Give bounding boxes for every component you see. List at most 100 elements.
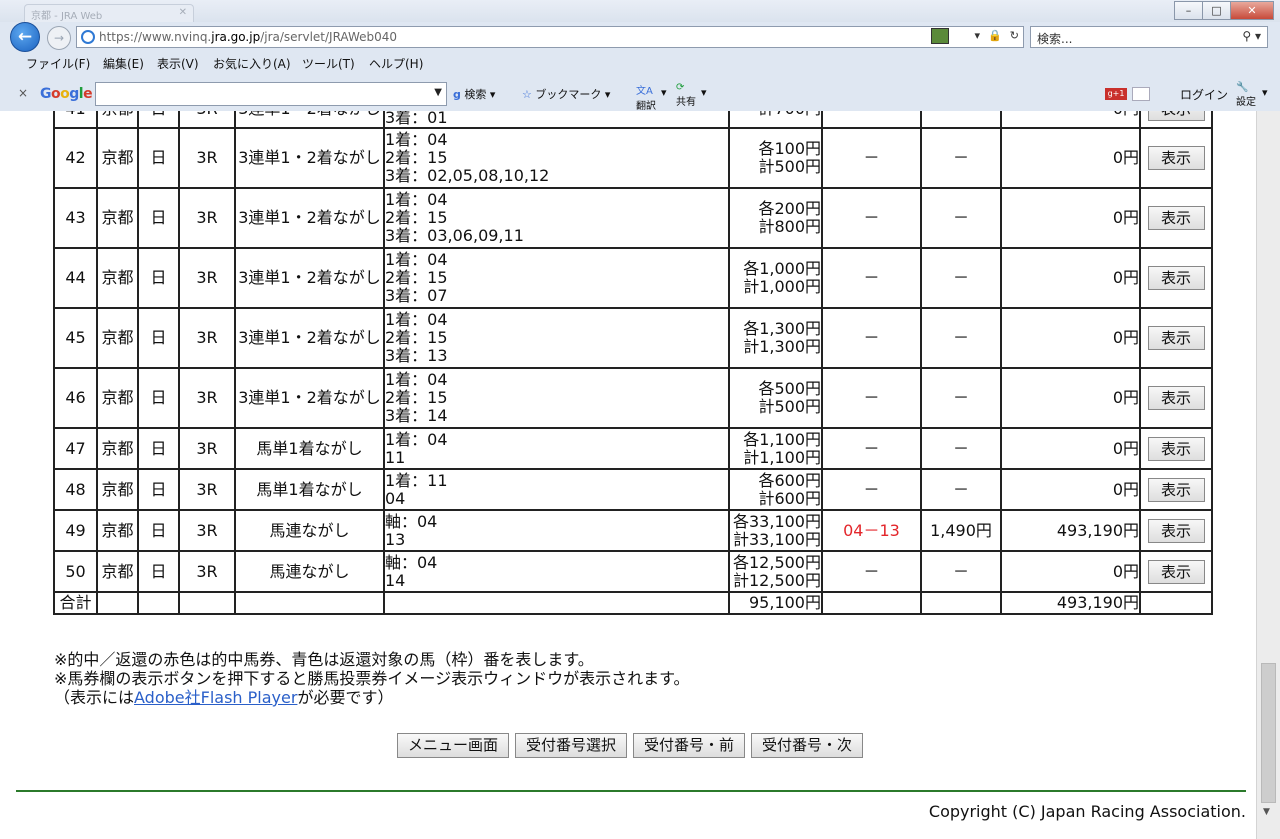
share-dropdown-icon[interactable]: ▾ — [701, 86, 707, 99]
payout: 0円 — [1000, 367, 1141, 429]
site-preview-icon[interactable] — [931, 28, 949, 44]
menu-view[interactable]: 表示(V) — [157, 55, 199, 72]
venue: 京都 — [96, 509, 139, 552]
show-ticket-button[interactable]: 表示 — [1147, 326, 1205, 350]
flash-player-link[interactable]: Adobe社Flash Player — [134, 688, 297, 707]
pick-line: 1着：04 — [385, 250, 448, 269]
bet-amount: 各12,500円 計12,500円 — [728, 550, 823, 593]
wrench-icon: 🔧 — [1236, 82, 1249, 93]
scrollbar-thumb[interactable] — [1261, 663, 1276, 803]
total-payout: 493,190円 — [1000, 591, 1141, 615]
show-cell: 表示 — [1139, 427, 1213, 470]
pick-line: 3着：03,06,09,11 — [385, 226, 524, 245]
note-display-button: ※馬券欄の表示ボタンを押下すると勝馬投票券イメージ表示ウィンドウが表示されます。 — [54, 669, 690, 688]
show-ticket-button[interactable]: 表示 — [1147, 559, 1205, 584]
settings-dropdown-icon[interactable]: ▾ — [1262, 86, 1268, 99]
vertical-scrollbar[interactable]: ▼ — [1256, 111, 1280, 839]
venue: 京都 — [96, 127, 139, 189]
lock-icon[interactable]: 🔒 — [988, 29, 1002, 42]
settings-button[interactable]: 🔧 設定 — [1236, 82, 1256, 108]
payout: 0円 — [1000, 187, 1141, 249]
table-row: 44 京都日 3R 3連単1・2着ながし 1着：04 2着：15 3着：07 各1,000円計… — [53, 247, 1213, 309]
horse-picks: 1着：04 2着：15 3着：14 — [383, 367, 730, 429]
total-label: 合計 — [53, 591, 98, 615]
bookmark-button[interactable]: ☆ ブックマーク ▾ — [522, 86, 610, 102]
url-text[interactable]: https://www.nvinq.jra.go.jp/jra/servlet/… — [99, 30, 397, 44]
browser-search-input[interactable]: 検索... ⚲ ▾ — [1030, 26, 1268, 48]
pick-line: 2着：15 — [385, 148, 448, 167]
show-ticket-button[interactable]: 表示 — [1147, 477, 1205, 502]
horse-picks: 2着：153着：01 — [383, 111, 730, 129]
show-ticket-button[interactable]: 表示 — [1147, 386, 1205, 410]
close-window-button[interactable]: ✕ — [1230, 1, 1274, 20]
menu-favorites[interactable]: お気に入り(A) — [213, 55, 291, 72]
amount-line: 各100円 — [758, 139, 821, 158]
payout: 0円 — [1000, 427, 1141, 470]
search-icon[interactable]: ⚲ ▾ — [1242, 29, 1261, 43]
receipt-next-button[interactable]: 受付番号・次 — [751, 733, 864, 758]
payout: 0円 — [1000, 307, 1141, 369]
browser-tab[interactable]: 京都 - JRA Web ✕ — [24, 4, 194, 22]
show-ticket-button[interactable]: 表示 — [1147, 111, 1205, 121]
odds: － — [920, 187, 1002, 249]
bet-type: 3連単1・2着ながし — [234, 367, 385, 429]
pick-line: 1着：04 — [385, 190, 448, 209]
translate-button[interactable]: 文A 翻訳 — [636, 82, 656, 112]
pick-line: 3着：07 — [385, 286, 448, 305]
show-ticket-button[interactable]: 表示 — [1147, 146, 1205, 170]
show-ticket-button[interactable]: 表示 — [1147, 436, 1205, 461]
amount-line: 計1,100円 — [743, 447, 821, 467]
address-bar[interactable]: https://www.nvinq.jra.go.jp/jra/servlet/… — [76, 26, 1024, 48]
pick-line: 2着：15 — [385, 328, 448, 347]
star-icon: ☆ — [522, 88, 532, 101]
payout: 0円 — [1000, 127, 1141, 189]
row-number: 43 — [53, 187, 98, 249]
google-toolbar: × Google ▼ g 検索 ▾ ☆ ブックマーク ▾ 文A 翻訳 ▾ ⟳ 共有 … — [0, 78, 1280, 112]
maximize-button[interactable]: □ — [1202, 1, 1230, 20]
amount-line: 計600円 — [758, 488, 821, 508]
minimize-button[interactable]: – — [1174, 1, 1202, 20]
show-ticket-button[interactable]: 表示 — [1147, 518, 1205, 543]
menu-file[interactable]: ファイル(F) — [26, 55, 90, 72]
toolbar-close-icon[interactable]: × — [18, 86, 28, 100]
horse-picks: 1着：04 2着：15 3着：13 — [383, 307, 730, 369]
horse-picks: 1着：04 2着：15 3着：07 — [383, 247, 730, 309]
forward-button[interactable]: → — [47, 26, 71, 50]
odds: － — [920, 307, 1002, 369]
tab-close-icon[interactable]: ✕ — [179, 7, 187, 18]
google-search-button[interactable]: g 検索 ▾ — [453, 86, 495, 102]
amount-line: 計1,000円 — [743, 277, 821, 296]
bet-type: 馬単1着ながし — [234, 468, 385, 511]
bet-results-table: 41京都日3R3連単1・2着ながし2着：153着：01計700円0円表示42京都… — [53, 111, 1213, 615]
venue: 京都 — [96, 550, 139, 593]
menu-help[interactable]: ヘルプ(H) — [369, 55, 423, 72]
odds: － — [920, 550, 1002, 593]
day: 日 — [137, 427, 180, 470]
refresh-icon[interactable]: ↻ — [1010, 29, 1019, 42]
dropdown-arrow-icon[interactable]: ▼ — [434, 87, 442, 98]
receipt-prev-button[interactable]: 受付番号・前 — [633, 733, 746, 758]
scroll-down-icon[interactable]: ▼ — [1263, 807, 1270, 817]
venue: 京都 — [96, 468, 139, 511]
receipt-select-button[interactable]: 受付番号選択 — [515, 733, 628, 758]
login-link[interactable]: ログイン — [1180, 86, 1228, 103]
menu-edit[interactable]: 編集(E) — [103, 55, 144, 72]
google-search-input[interactable]: ▼ — [95, 82, 447, 106]
menu-screen-button[interactable]: メニュー画面 — [397, 733, 510, 758]
share-button[interactable]: ⟳ 共有 — [676, 82, 696, 108]
navigation-bar: ← → https://www.nvinq.jra.go.jp/jra/serv… — [0, 22, 1280, 52]
row-number: 47 — [53, 427, 98, 470]
show-ticket-button[interactable]: 表示 — [1147, 206, 1205, 230]
race-number: 3R — [178, 509, 236, 552]
show-cell: 表示 — [1139, 307, 1213, 369]
gplus-button[interactable]: g+1 — [1105, 88, 1127, 100]
translate-dropdown-icon[interactable]: ▾ — [661, 86, 667, 99]
bet-type: 馬連ながし — [234, 550, 385, 593]
dropdown-arrow-icon[interactable]: ▾ — [975, 29, 981, 42]
amount-line: 各500円 — [758, 379, 821, 398]
show-ticket-button[interactable]: 表示 — [1147, 266, 1205, 290]
page-content: 41京都日3R3連単1・2着ながし2着：153着：01計700円0円表示42京都… — [0, 111, 1256, 839]
hit-refund: 04－13 — [821, 509, 922, 552]
back-button[interactable]: ← — [10, 22, 40, 52]
menu-tools[interactable]: ツール(T) — [302, 55, 355, 72]
